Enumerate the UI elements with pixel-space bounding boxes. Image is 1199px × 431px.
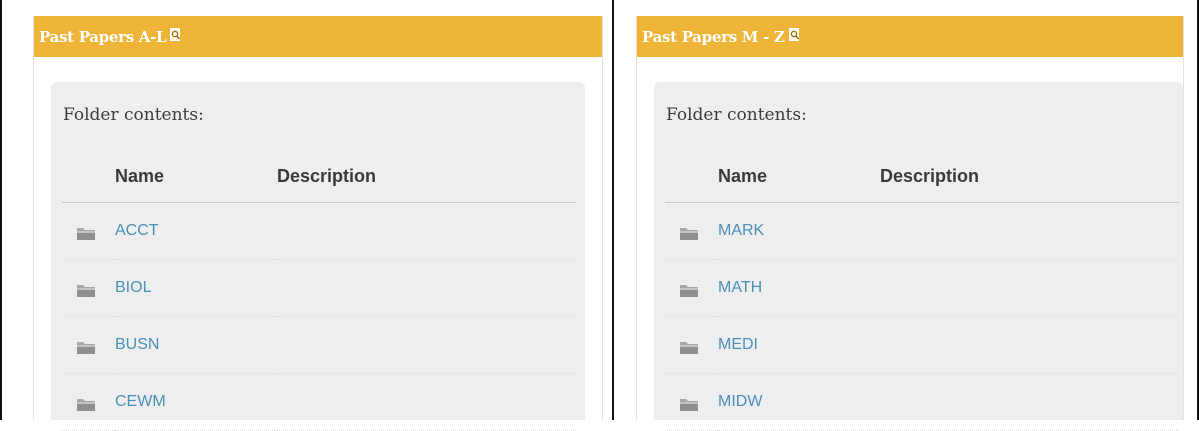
column-header-icon bbox=[665, 150, 718, 203]
column-header-description[interactable]: Description bbox=[880, 150, 1179, 203]
folder-icon bbox=[680, 285, 698, 297]
folder-contents-box: Folder contents: Name Description MARK M… bbox=[654, 82, 1183, 431]
table-row: BIOL bbox=[62, 259, 576, 317]
row-description bbox=[277, 373, 576, 431]
row-description bbox=[880, 259, 1179, 317]
folder-icon bbox=[77, 228, 95, 240]
search-icon[interactable] bbox=[170, 27, 182, 42]
folder-icon bbox=[680, 342, 698, 354]
row-description bbox=[880, 202, 1179, 260]
search-icon[interactable] bbox=[788, 27, 801, 42]
table-row: MIDW bbox=[665, 373, 1179, 431]
folder-link-busn[interactable]: BUSN bbox=[115, 336, 159, 353]
column-header-description[interactable]: Description bbox=[277, 150, 576, 203]
folder-link-cewm[interactable]: CEWM bbox=[115, 393, 166, 410]
folder-link-mark[interactable]: MARK bbox=[718, 222, 764, 239]
row-description bbox=[880, 373, 1179, 431]
frame-border-middle bbox=[612, 0, 614, 420]
folder-listing-table: Name Description MARK MATH MEDI MIDW bbox=[665, 150, 1179, 431]
row-description bbox=[277, 316, 576, 374]
portlet-header: Past Papers A-L bbox=[34, 16, 602, 57]
folder-contents-heading: Folder contents: bbox=[63, 105, 204, 125]
folder-listing-table: Name Description ACCT BIOL BUSN CEWM bbox=[62, 150, 576, 431]
table-row: CEWM bbox=[62, 373, 576, 431]
portlet-past-papers-a-l: Past Papers A-L Folder contents: Name De… bbox=[33, 16, 603, 431]
portlet-past-papers-m-z: Past Papers M - Z Folder contents: Name … bbox=[636, 16, 1184, 431]
folder-contents-heading: Folder contents: bbox=[666, 105, 807, 125]
folder-icon bbox=[77, 285, 95, 297]
frame-border-left bbox=[0, 0, 2, 420]
table-row: BUSN bbox=[62, 316, 576, 374]
column-header-name[interactable]: Name bbox=[115, 150, 277, 203]
folder-link-math[interactable]: MATH bbox=[718, 279, 762, 296]
column-header-icon bbox=[62, 150, 115, 203]
table-header-row: Name Description bbox=[62, 150, 576, 203]
portlet-title-link[interactable]: Past Papers M - Z bbox=[642, 28, 785, 46]
folder-icon bbox=[680, 399, 698, 411]
folder-contents-box: Folder contents: Name Description ACCT B… bbox=[51, 82, 585, 431]
row-description bbox=[880, 316, 1179, 374]
folder-link-acct[interactable]: ACCT bbox=[115, 222, 159, 239]
folder-icon bbox=[680, 228, 698, 240]
portlet-title-link[interactable]: Past Papers A-L bbox=[39, 28, 167, 46]
folder-icon bbox=[77, 399, 95, 411]
row-description bbox=[277, 202, 576, 260]
row-description bbox=[277, 259, 576, 317]
folder-link-midw[interactable]: MIDW bbox=[718, 393, 762, 410]
column-header-name[interactable]: Name bbox=[718, 150, 880, 203]
table-row: MATH bbox=[665, 259, 1179, 317]
table-row: MARK bbox=[665, 202, 1179, 260]
table-header-row: Name Description bbox=[665, 150, 1179, 203]
table-row: MEDI bbox=[665, 316, 1179, 374]
portlet-header: Past Papers M - Z bbox=[637, 16, 1183, 57]
folder-link-biol[interactable]: BIOL bbox=[115, 279, 151, 296]
table-row: ACCT bbox=[62, 202, 576, 260]
folder-icon bbox=[77, 342, 95, 354]
folder-link-medi[interactable]: MEDI bbox=[718, 336, 758, 353]
